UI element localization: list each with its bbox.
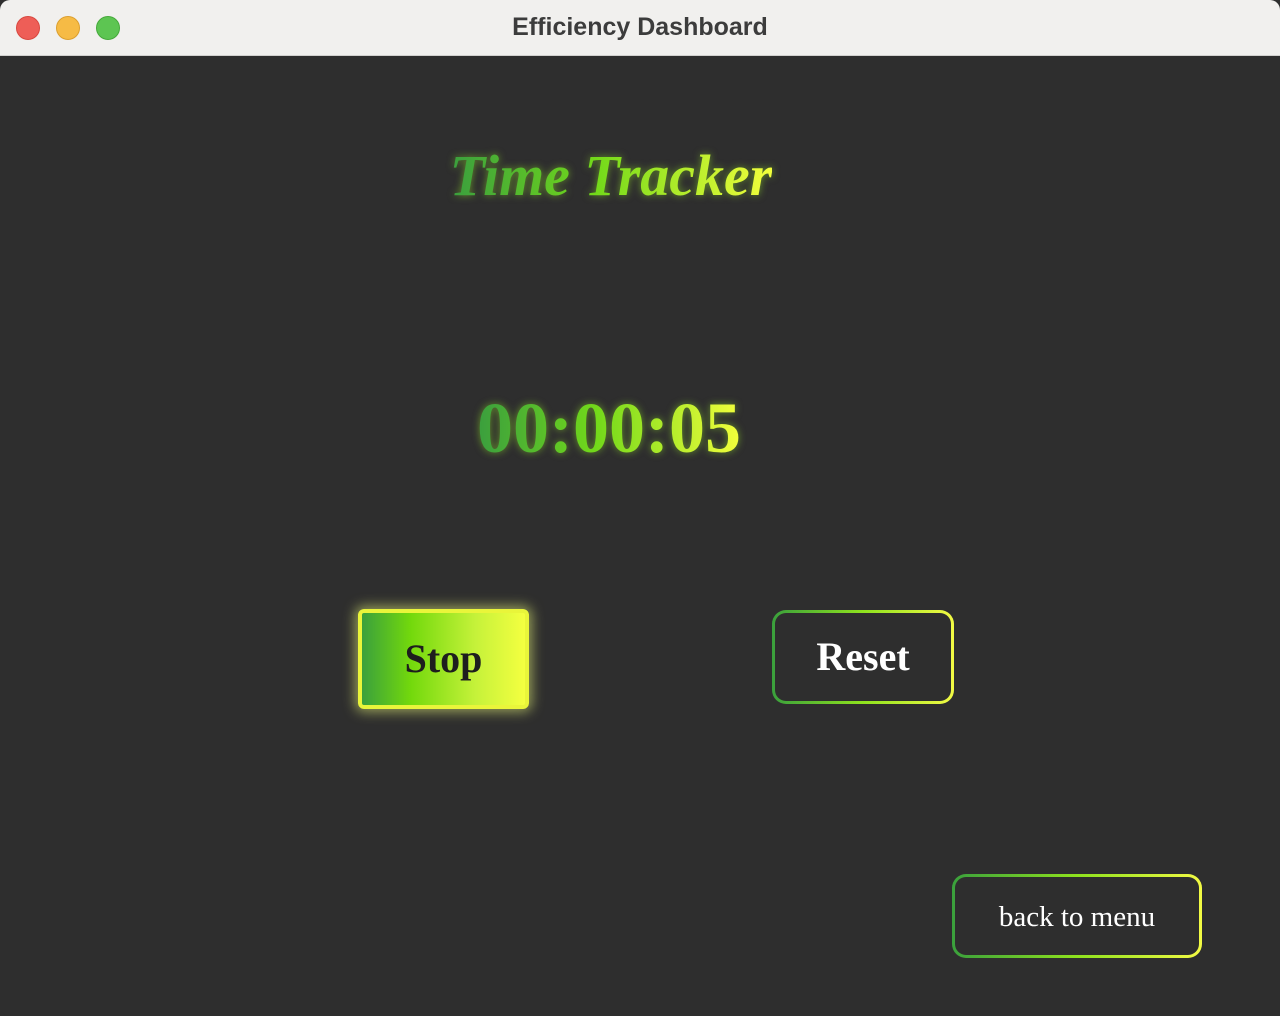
page-heading-text: Time Tracker [450,140,773,212]
reset-button[interactable]: Reset [772,610,954,704]
timer-display: 00:00:05 [0,386,1218,470]
app-window: Efficiency Dashboard Time Tracker 00:00:… [0,0,1280,1016]
reset-button-label: Reset [775,613,951,701]
back-to-menu-button[interactable]: back to menu [952,874,1202,958]
timer-value: 00:00:05 [477,388,741,468]
window-title: Efficiency Dashboard [512,13,768,41]
main-content: Time Tracker 00:00:05 Stop Reset back to… [0,56,1280,1016]
stop-button[interactable]: Stop [358,609,529,709]
back-to-menu-label: back to menu [955,877,1199,955]
title-bar: Efficiency Dashboard [0,0,1280,56]
page-heading: Time Tracker [0,140,1222,212]
